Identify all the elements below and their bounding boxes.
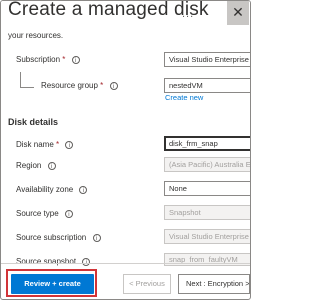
create-new-link[interactable]: Create new	[165, 93, 203, 102]
intro-text: your resources.	[8, 31, 64, 40]
info-icon[interactable]: i	[47, 161, 56, 170]
create-disk-panel: Create a managed disk ... ✕ your resourc…	[0, 0, 251, 300]
tree-connector	[20, 72, 21, 88]
source-snapshot-dropdown[interactable]: snap_from_faultyVM	[164, 253, 250, 266]
info-icon[interactable]: i	[92, 233, 101, 242]
subscription-dropdown[interactable]: Visual Studio Enterprise	[164, 52, 250, 67]
availability-zone-dropdown[interactable]: None	[164, 181, 250, 196]
tree-connector	[20, 87, 34, 88]
region-label: Region i	[16, 161, 56, 170]
required-marker: *	[56, 140, 60, 149]
source-subscription-dropdown[interactable]: Visual Studio Enterprise	[164, 229, 250, 244]
info-icon[interactable]: i	[64, 209, 73, 218]
info-icon[interactable]: i	[109, 81, 118, 90]
panel-header: Create a managed disk ... ✕	[1, 1, 250, 25]
page-title: Create a managed disk	[8, 0, 209, 20]
info-icon[interactable]: i	[79, 185, 88, 194]
more-options-icon[interactable]: ...	[182, 8, 194, 20]
resource-group-label-text: Resource group	[41, 81, 98, 90]
close-button[interactable]: ✕	[227, 1, 249, 25]
source-type-label: Source type i	[16, 209, 73, 218]
next-button[interactable]: Next : Encryption >	[178, 274, 250, 294]
required-marker: *	[100, 81, 104, 90]
subscription-label-text: Subscription	[16, 55, 61, 64]
region-dropdown[interactable]: (Asia Pacific) Australia East	[164, 157, 250, 172]
required-marker: *	[62, 55, 66, 64]
info-icon[interactable]: i	[65, 140, 74, 149]
source-type-dropdown[interactable]: Snapshot	[164, 205, 250, 220]
source-subscription-label-text: Source subscription	[16, 233, 87, 242]
source-subscription-label: Source subscription i	[16, 233, 101, 242]
info-icon[interactable]: i	[82, 257, 91, 266]
highlight-box	[6, 269, 97, 297]
subscription-label: Subscription * i	[16, 55, 80, 64]
footer-divider	[1, 263, 250, 264]
disk-name-label-text: Disk name	[16, 140, 54, 149]
resource-group-dropdown[interactable]: nestedVM	[164, 78, 250, 93]
info-icon[interactable]: i	[71, 55, 80, 64]
resource-group-label: Resource group * i	[41, 81, 118, 90]
disk-name-input[interactable]: disk_frm_snap	[164, 136, 250, 151]
availability-zone-label: Availability zone i	[16, 185, 88, 194]
source-snapshot-label-text: Source snapshot	[16, 257, 77, 266]
availability-zone-label-text: Availability zone	[16, 185, 74, 194]
disk-details-heading: Disk details	[8, 117, 59, 127]
disk-name-label: Disk name * i	[16, 140, 74, 149]
region-label-text: Region	[16, 161, 42, 170]
source-snapshot-label: Source snapshot i	[16, 257, 91, 266]
source-type-label-text: Source type	[16, 209, 59, 218]
previous-button[interactable]: < Previous	[123, 274, 171, 294]
